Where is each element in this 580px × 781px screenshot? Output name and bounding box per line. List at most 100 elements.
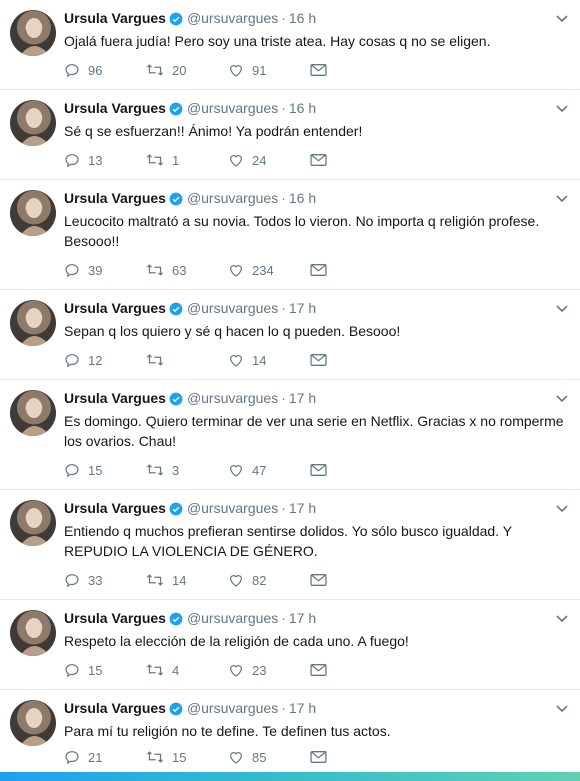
like-button[interactable]: 234 — [228, 262, 310, 278]
tweet-time[interactable]: 16 h — [289, 10, 316, 26]
tweet[interactable]: Ursula Vargues @ursuvargues · 17 h Para mí … — [0, 690, 580, 771]
author-handle[interactable]: @ursuvargues — [187, 610, 278, 626]
retweet-button[interactable]: 4 — [146, 662, 228, 678]
tweet-actions: 15 3 47 — [64, 461, 335, 479]
avatar[interactable] — [10, 610, 56, 656]
dm-button[interactable] — [310, 263, 335, 277]
tweet-time[interactable]: 16 h — [289, 100, 316, 116]
mail-icon — [310, 264, 327, 276]
like-button[interactable]: 14 — [228, 352, 310, 368]
tweet[interactable]: Ursula Vargues @ursuvargues · 16 h Ojalá fu… — [0, 0, 580, 90]
tweet[interactable]: Ursula Vargues @ursuvargues · 17 h Es domin… — [0, 380, 580, 490]
tweet-time[interactable]: 17 h — [289, 390, 316, 406]
author-handle[interactable]: @ursuvargues — [187, 390, 278, 406]
reply-button[interactable]: 96 — [64, 62, 146, 78]
reply-icon — [65, 464, 79, 478]
chevron-down-icon[interactable] — [556, 700, 568, 718]
mail-icon — [310, 464, 327, 476]
avatar[interactable] — [10, 300, 56, 346]
reply-button[interactable]: 33 — [64, 572, 146, 588]
retweet-button[interactable] — [146, 352, 228, 368]
author-handle[interactable]: @ursuvargues — [187, 500, 278, 516]
retweet-button[interactable]: 14 — [146, 572, 228, 588]
heart-icon — [230, 665, 242, 677]
like-button[interactable]: 23 — [228, 662, 310, 678]
retweet-count: 4 — [172, 662, 180, 678]
tweet[interactable]: Ursula Vargues @ursuvargues · 16 h Leucocit… — [0, 180, 580, 290]
like-button[interactable]: 47 — [228, 462, 310, 478]
avatar[interactable] — [10, 10, 56, 56]
dm-button[interactable] — [310, 750, 335, 764]
dm-button[interactable] — [310, 63, 335, 77]
reply-button[interactable]: 15 — [64, 662, 146, 678]
separator-dot: · — [281, 610, 286, 626]
author-handle[interactable]: @ursuvargues — [187, 300, 278, 316]
tweet-header: Ursula Vargues @ursuvargues · 17 h — [64, 698, 316, 718]
reply-button[interactable]: 12 — [64, 352, 146, 368]
verified-badge-icon — [169, 391, 183, 411]
dm-button[interactable] — [310, 573, 335, 587]
dm-button[interactable] — [310, 463, 335, 477]
dm-button[interactable] — [310, 353, 335, 367]
retweet-button[interactable]: 15 — [146, 749, 228, 765]
retweet-button[interactable]: 20 — [146, 62, 228, 78]
tweet-time[interactable]: 17 h — [289, 300, 316, 316]
tweet-time[interactable]: 17 h — [289, 500, 316, 516]
tweet-actions: 12 14 — [64, 351, 335, 369]
like-count: 85 — [252, 749, 267, 765]
author-name[interactable]: Ursula Vargues — [64, 300, 166, 316]
reply-button[interactable]: 13 — [64, 152, 146, 168]
reply-button[interactable]: 21 — [64, 749, 146, 765]
chevron-down-icon[interactable] — [556, 100, 568, 118]
tweet-header: Ursula Vargues @ursuvargues · 17 h — [64, 388, 316, 408]
reply-icon — [65, 264, 79, 278]
author-name[interactable]: Ursula Vargues — [64, 700, 166, 716]
chevron-down-icon[interactable] — [556, 390, 568, 408]
avatar[interactable] — [10, 500, 56, 546]
tweet-time[interactable]: 17 h — [289, 700, 316, 716]
avatar[interactable] — [10, 100, 56, 146]
author-name[interactable]: Ursula Vargues — [64, 10, 166, 26]
chevron-down-icon[interactable] — [556, 500, 568, 518]
dm-button[interactable] — [310, 663, 335, 677]
author-handle[interactable]: @ursuvargues — [187, 10, 278, 26]
avatar[interactable] — [10, 390, 56, 436]
tweet[interactable]: Ursula Vargues @ursuvargues · 16 h Sé q se … — [0, 90, 580, 180]
chevron-down-icon[interactable] — [556, 190, 568, 208]
mail-icon — [310, 574, 327, 586]
retweet-button[interactable]: 1 — [146, 152, 228, 168]
author-name[interactable]: Ursula Vargues — [64, 190, 166, 206]
separator-dot: · — [281, 390, 286, 406]
avatar[interactable] — [10, 700, 56, 746]
author-name[interactable]: Ursula Vargues — [64, 390, 166, 406]
tweet-time[interactable]: 16 h — [289, 190, 316, 206]
reply-button[interactable]: 39 — [64, 262, 146, 278]
author-handle[interactable]: @ursuvargues — [187, 700, 278, 716]
author-handle[interactable]: @ursuvargues — [187, 100, 278, 116]
reply-icon — [65, 154, 79, 168]
chevron-down-icon[interactable] — [556, 300, 568, 318]
tweet[interactable]: Ursula Vargues @ursuvargues · 17 h Respeto … — [0, 600, 580, 690]
author-name[interactable]: Ursula Vargues — [64, 610, 166, 626]
tweet-time[interactable]: 17 h — [289, 610, 316, 626]
tweet[interactable]: Ursula Vargues @ursuvargues · 17 h Sepan q … — [0, 290, 580, 380]
tweet-text: Sé q se esfuerzan!! Ánimo! Ya podrán ent… — [64, 123, 363, 139]
author-name[interactable]: Ursula Vargues — [64, 100, 166, 116]
heart-icon — [230, 65, 242, 77]
like-button[interactable]: 85 — [228, 749, 310, 765]
chevron-down-icon[interactable] — [556, 610, 568, 628]
author-handle[interactable]: @ursuvargues — [187, 190, 278, 206]
reply-button[interactable]: 15 — [64, 462, 146, 478]
retweet-button[interactable]: 3 — [146, 462, 228, 478]
like-button[interactable]: 82 — [228, 572, 310, 588]
like-button[interactable]: 91 — [228, 62, 310, 78]
mail-icon — [310, 751, 327, 763]
avatar[interactable] — [10, 190, 56, 236]
dm-button[interactable] — [310, 153, 335, 167]
verified-badge-icon — [169, 611, 183, 631]
author-name[interactable]: Ursula Vargues — [64, 500, 166, 516]
chevron-down-icon[interactable] — [556, 10, 568, 28]
like-button[interactable]: 24 — [228, 152, 310, 168]
tweet[interactable]: Ursula Vargues @ursuvargues · 17 h Entiendo… — [0, 490, 580, 600]
retweet-button[interactable]: 63 — [146, 262, 228, 278]
